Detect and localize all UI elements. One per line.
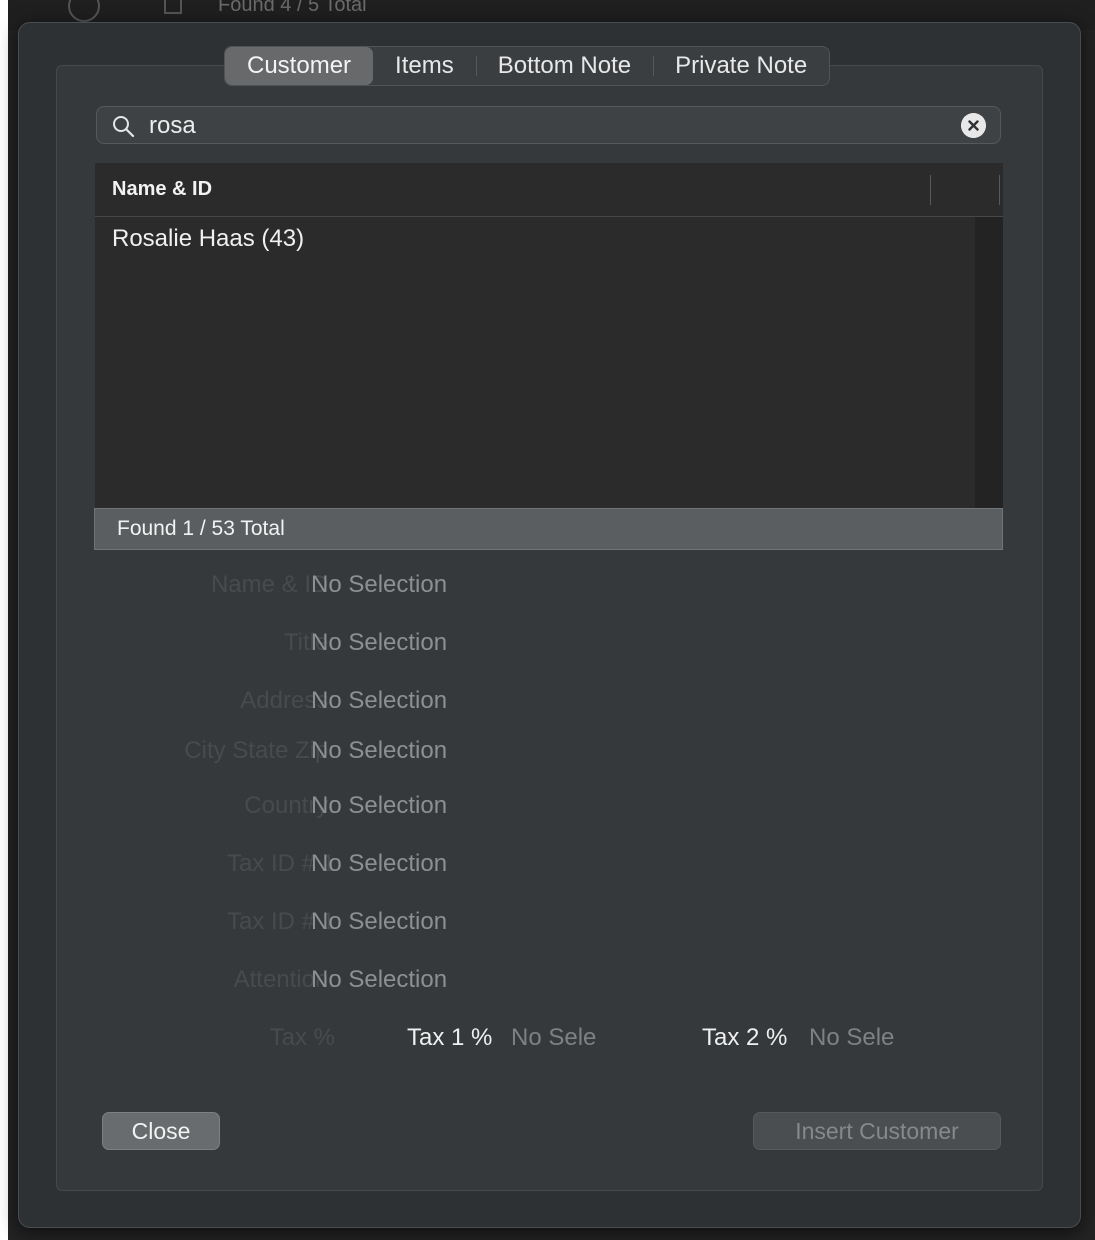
- value-city-state-zip: No Selection: [311, 737, 448, 764]
- value-tax-2: No Sele: [809, 1024, 895, 1051]
- label-tax-percent: Tax %: [269, 1024, 335, 1051]
- customer-sheet: Customer Items Bottom Note Private Note …: [18, 22, 1081, 1228]
- label-tax-1: Tax 1 %: [407, 1024, 493, 1051]
- tab-bar: Customer Items Bottom Note Private Note: [224, 46, 831, 86]
- value-tax-id-1: No Selection: [311, 850, 448, 877]
- column-divider: [999, 175, 1000, 205]
- value-attention: No Selection: [311, 966, 448, 993]
- label-tax-2: Tax 2 %: [702, 1024, 788, 1051]
- value-tax-1: No Sele: [511, 1024, 597, 1051]
- tab-items[interactable]: Items: [373, 47, 476, 85]
- value-country: No Selection: [311, 792, 448, 819]
- value-address: No Selection: [311, 687, 448, 714]
- value-name-id: No Selection: [311, 571, 448, 598]
- background-document-icon: [164, 0, 182, 14]
- search-icon: [113, 116, 135, 138]
- value-tax-id-2: No Selection: [311, 908, 448, 935]
- results-status-bar: Found 1 / 53 Total: [94, 508, 1003, 550]
- customer-table: Name & ID Rosalie Haas (43): [95, 163, 1003, 509]
- scrollbar[interactable]: [975, 217, 1003, 509]
- search-field[interactable]: rosa: [96, 106, 1001, 144]
- clear-icon[interactable]: [961, 113, 986, 138]
- table-row[interactable]: Rosalie Haas (43): [95, 217, 975, 261]
- tab-private-note[interactable]: Private Note: [653, 47, 829, 85]
- search-input[interactable]: rosa: [149, 111, 196, 141]
- background-status-text: Found 4 / 5 Total: [218, 0, 367, 16]
- tab-bottom-note[interactable]: Bottom Note: [475, 47, 653, 85]
- value-title: No Selection: [311, 629, 448, 656]
- tab-customer[interactable]: Customer: [225, 47, 374, 85]
- background-circle-icon: [68, 0, 100, 22]
- column-header-name-id[interactable]: Name & ID: [112, 178, 212, 201]
- column-divider: [930, 175, 931, 205]
- table-header: Name & ID: [95, 163, 1003, 217]
- close-button[interactable]: Close: [102, 1112, 220, 1150]
- insert-customer-button[interactable]: Insert Customer: [753, 1112, 1001, 1150]
- found-count-text: Found 1 / 53 Total: [117, 517, 285, 540]
- row-customer-name: Rosalie Haas (43): [112, 225, 305, 252]
